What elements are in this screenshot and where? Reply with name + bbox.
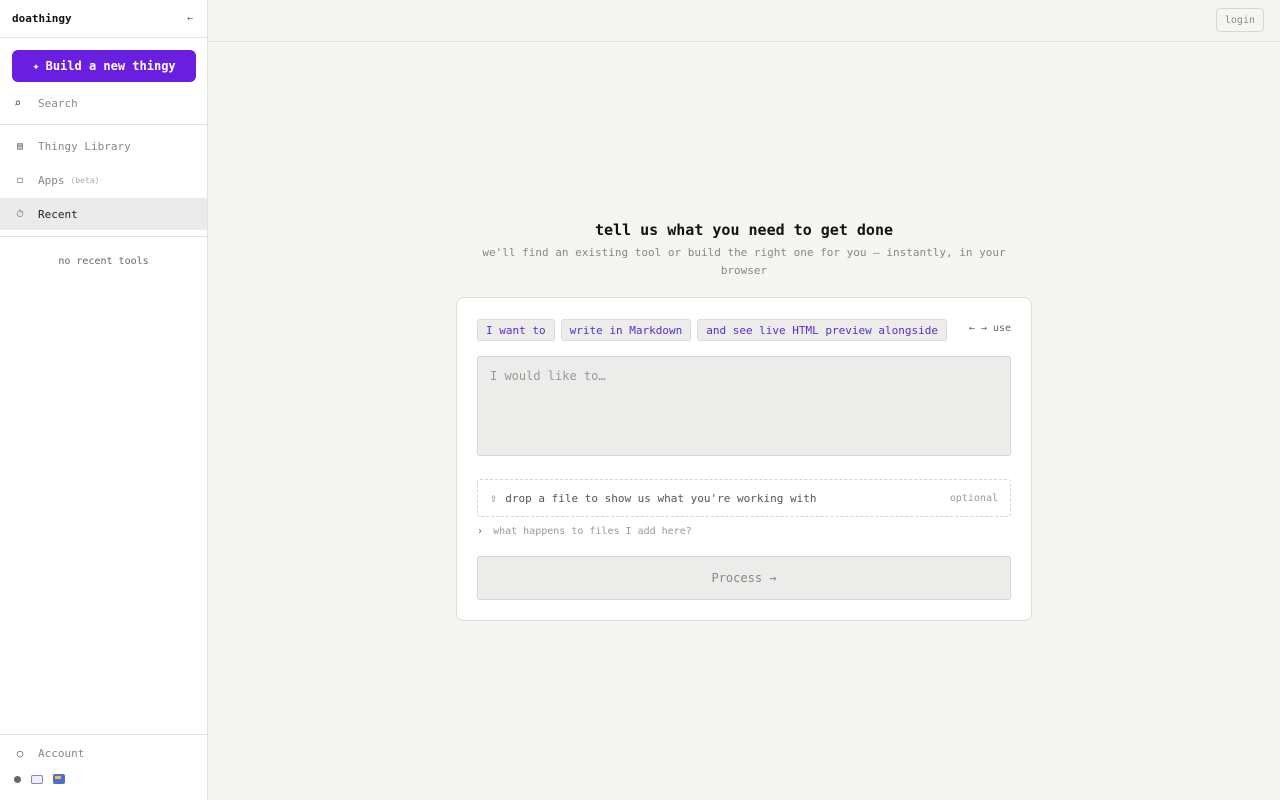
sparkle-icon: ✦ <box>32 59 40 73</box>
sidebar-search[interactable]: ⌕ Search <box>0 88 207 118</box>
chevron-right-icon: › <box>477 526 484 537</box>
library-icon: ▤ <box>16 140 24 152</box>
process-button[interactable]: Process → <box>477 556 1011 600</box>
suggestion-pill[interactable]: I want to <box>477 319 555 341</box>
files-info-label: what happens to files I add here? <box>493 526 692 537</box>
login-button[interactable]: login <box>1215 8 1264 32</box>
sidebar-item-apps[interactable]: ◻ Apps (beta) <box>0 164 207 196</box>
optional-label: optional <box>949 492 998 504</box>
sidebar-item-label: Recent <box>38 207 78 221</box>
divider <box>0 124 207 125</box>
upload-icon: ⇪ <box>490 491 498 505</box>
footer-icons <box>14 774 65 784</box>
page-subtitle: we'll find an existing tool or build the… <box>482 246 1006 277</box>
page-title: tell us what you need to get done <box>594 221 893 239</box>
build-new-thingy-button[interactable]: ✦ Build a new thingy <box>12 50 196 82</box>
search-icon: ⌕ <box>14 96 22 110</box>
suggestion-pill[interactable]: write in Markdown <box>560 319 692 341</box>
sidebar-item-label: Apps <box>38 173 65 187</box>
mailbox-icon[interactable] <box>53 774 65 784</box>
apps-icon: ◻ <box>16 174 24 186</box>
top-bar: login <box>208 0 1280 42</box>
sidebar-header: doathingy ← <box>0 0 207 38</box>
sidebar-item-recent[interactable]: ⏱ Recent <box>0 198 207 230</box>
dropzone-label: drop a file to show us what you're worki… <box>505 491 817 505</box>
sidebar-item-thingy-library[interactable]: ▤ Thingy Library <box>0 130 207 162</box>
file-dropzone[interactable]: ⇪ drop a file to show us what you're wor… <box>477 479 1011 517</box>
sidebar: doathingy ← ✦ Build a new thingy ⌕ Searc… <box>0 0 208 800</box>
timer-icon: ⏱ <box>16 208 24 220</box>
brand-logo[interactable]: doathingy <box>12 12 72 25</box>
build-button-label: Build a new thingy <box>45 59 176 73</box>
divider <box>0 236 207 237</box>
files-info-toggle[interactable]: › what happens to files I add here? <box>477 526 692 537</box>
chat-icon[interactable] <box>31 774 43 784</box>
suggestion-pills: I want to write in Markdown and see live… <box>477 319 947 341</box>
account-link[interactable]: ○ Account <box>0 740 207 766</box>
user-icon: ○ <box>16 746 24 760</box>
empty-recent-message: no recent tools <box>58 256 149 267</box>
beta-badge: (beta) <box>70 175 100 185</box>
sidebar-item-label: Thingy Library <box>38 139 131 153</box>
suggestion-pill[interactable]: and see live HTML preview alongside <box>697 319 947 341</box>
divider <box>0 734 207 735</box>
theme-toggle-icon[interactable] <box>14 775 21 783</box>
request-card: I want to write in Markdown and see live… <box>456 297 1032 621</box>
collapse-sidebar-icon[interactable]: ← <box>187 13 193 24</box>
search-label: Search <box>38 96 78 110</box>
pill-navigation-hint[interactable]: ← → use <box>969 323 1011 334</box>
request-textarea[interactable]: I would like to… <box>477 356 1011 456</box>
account-label: Account <box>38 746 85 760</box>
